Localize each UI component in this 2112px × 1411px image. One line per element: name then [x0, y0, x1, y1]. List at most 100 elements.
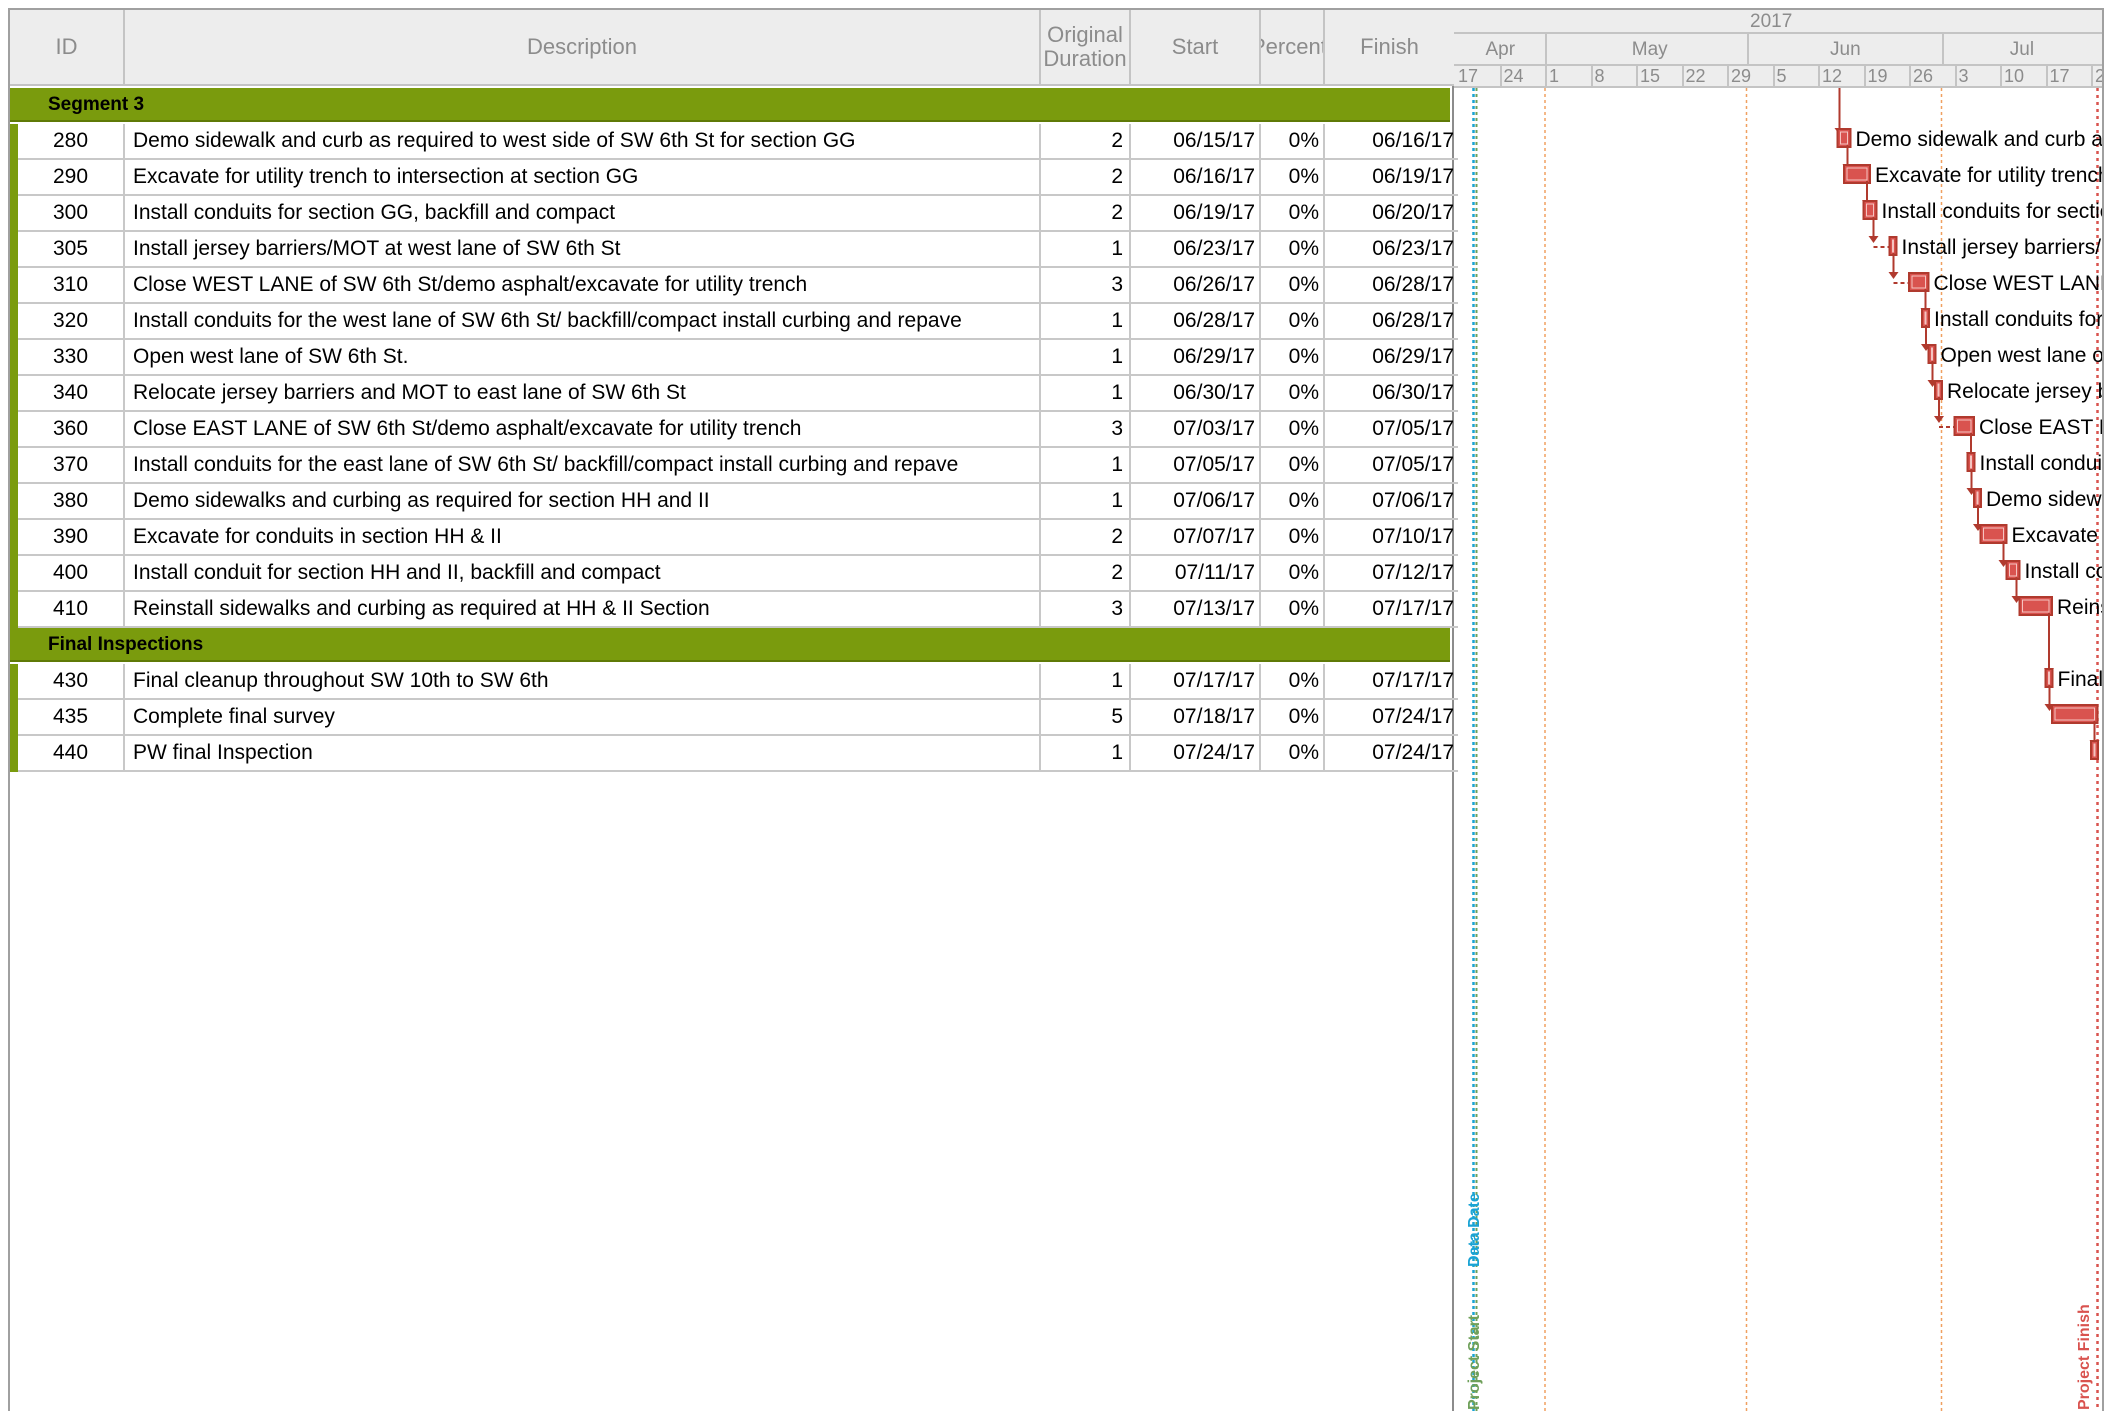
week-separator	[2091, 66, 2093, 88]
activity-bar-highlight	[1937, 383, 1940, 397]
cell-description: Relocate jersey barriers and MOT to east…	[125, 376, 1041, 410]
cell-duration: 1	[1041, 484, 1131, 518]
gantt-bar-label: Install conduits	[1979, 452, 2103, 475]
gantt-bar-label: Excavate for utility trench	[1875, 164, 2104, 187]
gantt-bar-label: Install conduits for sectio	[1881, 200, 2104, 223]
project-start-label: Project Start	[1466, 1314, 1483, 1410]
column-header-description[interactable]: Description	[125, 10, 1041, 86]
section-title: Final Inspections	[48, 634, 204, 655]
cell-duration: 3	[1041, 412, 1131, 446]
table-row[interactable]: 360 Close EAST LANE of SW 6th St/demo asp…	[18, 412, 1458, 448]
column-header-percent[interactable]: Percent	[1261, 10, 1325, 86]
week-separator	[1545, 66, 1547, 88]
cell-id: 390	[18, 520, 125, 554]
timeline-week: 3	[1958, 66, 1969, 86]
activity-table: ID Description Original Duration Start P…	[10, 10, 1458, 1411]
column-header-duration[interactable]: Original Duration	[1041, 10, 1131, 86]
dependency-arrow	[1888, 272, 1899, 279]
cell-percent: 0%	[1261, 124, 1325, 158]
timeline-month-row: Apr May Jun Jul	[1454, 34, 2102, 66]
table-row[interactable]: 390 Excavate for conduits in section HH &…	[18, 520, 1458, 556]
cell-start: 07/03/17	[1131, 412, 1261, 446]
cell-percent: 0%	[1261, 700, 1325, 734]
cell-percent: 0%	[1261, 520, 1325, 554]
cell-description: Install conduit for section HH and II, b…	[125, 556, 1041, 590]
table-row[interactable]: 440 PW final Inspection 1 07/24/17 0% 07/24/1…	[18, 736, 1458, 772]
cell-start: 07/11/17	[1131, 556, 1261, 590]
gantt-bar-label: Final cle	[2057, 668, 2104, 691]
cell-id: 310	[18, 268, 125, 302]
timeline-month: Apr	[1485, 39, 1516, 60]
table-row[interactable]: 435 Complete final survey 5 07/18/17 0% 07/24…	[18, 700, 1458, 736]
cell-duration: 1	[1041, 304, 1131, 338]
timeline-week: 5	[1776, 66, 1787, 86]
table-row[interactable]: 330 Open west lane of SW 6th St. 1 06/29/17…	[18, 340, 1458, 376]
cell-description: Close WEST LANE of SW 6th St/demo asphal…	[125, 268, 1041, 302]
cell-finish: 06/20/17	[1372, 201, 1454, 224]
cell-finish: 07/10/17	[1372, 525, 1454, 548]
cell-start: 06/26/17	[1131, 268, 1261, 302]
cell-description: PW final Inspection	[125, 736, 1041, 770]
cell-percent: 0%	[1261, 376, 1325, 410]
table-row[interactable]: 305 Install jersey barriers/MOT at west l…	[18, 232, 1458, 268]
cell-id: 280	[18, 124, 125, 158]
month-separator	[1941, 34, 1944, 66]
table-row[interactable]: 300 Install conduits for section GG, back…	[18, 196, 1458, 232]
cell-id: 290	[18, 160, 125, 194]
table-row[interactable]: 430 Final cleanup throughout SW 10th to S…	[18, 664, 1458, 700]
cell-start: 06/16/17	[1131, 160, 1261, 194]
cell-id: 305	[18, 232, 125, 266]
table-row[interactable]: 410 Reinstall sidewalks and curbing as re…	[18, 592, 1458, 628]
table-row[interactable]: 280 Demo sidewalk and curb as required to…	[18, 124, 1458, 160]
cell-start: 06/23/17	[1131, 232, 1261, 266]
section-indent-bar	[10, 664, 18, 772]
column-header-start[interactable]: Start	[1131, 10, 1261, 86]
table-row[interactable]: 370 Install conduits for the east lane of…	[18, 448, 1458, 484]
cell-description: Excavate for utility trench to intersect…	[125, 160, 1041, 194]
cell-duration: 2	[1041, 196, 1131, 230]
table-row[interactable]: 290 Excavate for utility trench to inters…	[18, 160, 1458, 196]
month-separator	[1746, 34, 1749, 66]
cell-description: Open west lane of SW 6th St.	[125, 340, 1041, 374]
column-header-id[interactable]: ID	[10, 10, 125, 86]
project-finish-label: Project Finish	[2076, 1304, 2093, 1410]
cell-percent: 0%	[1261, 448, 1325, 482]
timeline-year: 2017	[1750, 11, 1793, 32]
activity-bar-highlight	[1892, 239, 1894, 253]
activity-bar-highlight	[2048, 671, 2050, 685]
timeline-year-row: 2017	[1454, 10, 2102, 34]
gantt-bar-label: Close WEST LANE	[1933, 272, 2104, 295]
cell-percent: 0%	[1261, 592, 1325, 626]
cell-id: 440	[18, 736, 125, 770]
cell-finish: 07/17/17	[1372, 669, 1454, 692]
table-row[interactable]: 340 Relocate jersey barriers and MOT to e…	[18, 376, 1458, 412]
week-separator	[1772, 66, 1775, 88]
cell-description: Excavate for conduits in section HH & II	[125, 520, 1041, 554]
cell-id: 410	[18, 592, 125, 626]
cell-finish: 06/16/17	[1372, 129, 1454, 152]
cell-percent: 0%	[1261, 736, 1325, 770]
cell-percent: 0%	[1261, 304, 1325, 338]
section-band[interactable]: Segment 3	[10, 88, 1450, 122]
cell-percent: 0%	[1261, 412, 1325, 446]
cell-description: Install conduits for the east lane of SW…	[125, 448, 1041, 482]
cell-finish: 07/06/17	[1372, 489, 1454, 512]
cell-duration: 2	[1041, 160, 1131, 194]
table-row[interactable]: 310 Close WEST LANE of SW 6th St/demo asp…	[18, 268, 1458, 304]
cell-description: Demo sidewalks and curbing as required f…	[125, 484, 1041, 518]
table-row[interactable]: 320 Install conduits for the west lane of…	[18, 304, 1458, 340]
table-row[interactable]: 400 Install conduit for section HH and II…	[18, 556, 1458, 592]
table-row[interactable]: 380 Demo sidewalks and curbing as require…	[18, 484, 1458, 520]
cell-finish: 06/29/17	[1372, 345, 1454, 368]
gantt-bar-label: Demo sidewalk	[1986, 488, 2102, 511]
timeline-week: 8	[1594, 66, 1605, 86]
cell-description: Demo sidewalk and curb as required to we…	[125, 124, 1041, 158]
cell-start: 07/24/17	[1131, 736, 1261, 770]
column-header-finish[interactable]: Finish	[1325, 10, 1454, 86]
week-separator	[1499, 66, 1502, 88]
gantt-bar-label: Close EAST LA	[1979, 416, 2102, 439]
cell-duration: 1	[1041, 376, 1131, 410]
section-band[interactable]: Final Inspections	[10, 628, 1450, 662]
cell-description: Install conduits for section GG, backfil…	[125, 196, 1041, 230]
week-separator	[1590, 66, 1593, 88]
